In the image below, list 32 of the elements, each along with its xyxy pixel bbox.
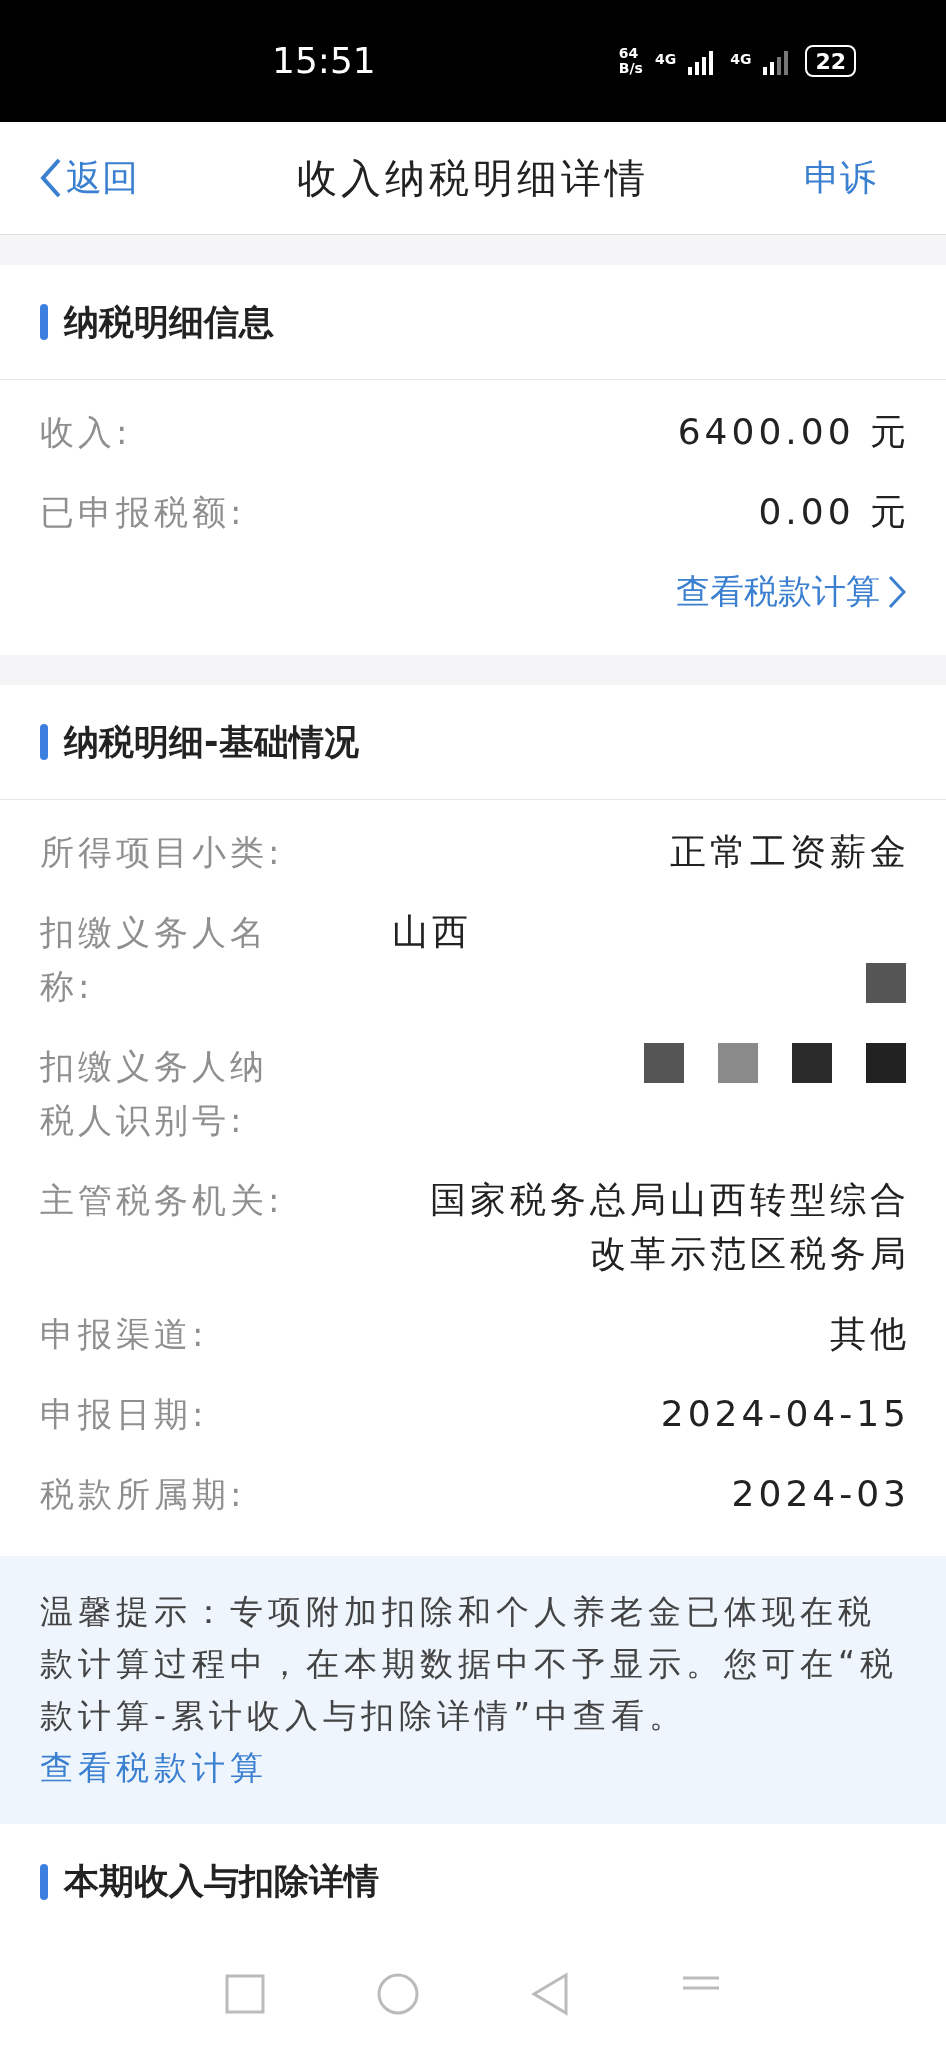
clock-time: 15:51 — [272, 39, 376, 83]
field-label: 税款所属期: — [40, 1473, 247, 1516]
speed-value: 64 — [618, 46, 640, 61]
field-value: 其他 — [830, 1312, 910, 1356]
field-value: 0.00 元 — [758, 490, 910, 534]
field-label: 申报日期: — [40, 1393, 209, 1436]
field-label: 主管税务机关: — [40, 1179, 285, 1222]
network-label: 4G — [730, 50, 752, 69]
field-label: 扣缴义务人纳税人识别号: — [40, 1045, 269, 1142]
section-title: 本期收入与扣除详情 — [64, 1860, 379, 1904]
field-label: 申报渠道: — [40, 1313, 209, 1356]
appeal-button[interactable]: 申诉 — [726, 151, 906, 205]
field-value: 正常工资薪金 — [670, 830, 910, 874]
field-value: 山西 — [392, 910, 472, 954]
view-calculation-link[interactable]: 查看税款计算 — [40, 1748, 268, 1787]
network-label: 4G — [654, 50, 677, 69]
field-label: 扣缴义务人名称: — [40, 911, 269, 1008]
field-value: 6400.00 元 — [677, 410, 910, 454]
section-title: 纳税明细-基础情况 — [64, 720, 359, 764]
field-value: 2024-04-15 — [660, 1392, 910, 1436]
view-calculation-link[interactable]: 查看税款计算 — [676, 566, 906, 617]
field-label: 收入: — [40, 411, 133, 454]
field-value: 2024-03 — [731, 1472, 910, 1516]
page-title: 收入纳税明细详情 — [296, 154, 650, 203]
field-value: 国家税务总局山西转型综合改革示范区税务局 — [429, 1178, 910, 1276]
battery-indicator: 22 — [805, 45, 856, 77]
notice-text: 温馨提示：专项附加扣除和个人养老金已体现在税款计算过程中，在本期数据中不予显示。您可在“税款计算-累计收入与扣除详情”中查看。 查看税款计算 — [40, 1591, 900, 1789]
speed-unit: B/s — [618, 61, 643, 76]
section-title: 纳税明细信息 — [64, 300, 274, 344]
back-button[interactable]: 返回 — [40, 151, 220, 205]
field-label: 已申报税额: — [40, 491, 247, 534]
field-label: 所得项目小类: — [40, 831, 285, 874]
